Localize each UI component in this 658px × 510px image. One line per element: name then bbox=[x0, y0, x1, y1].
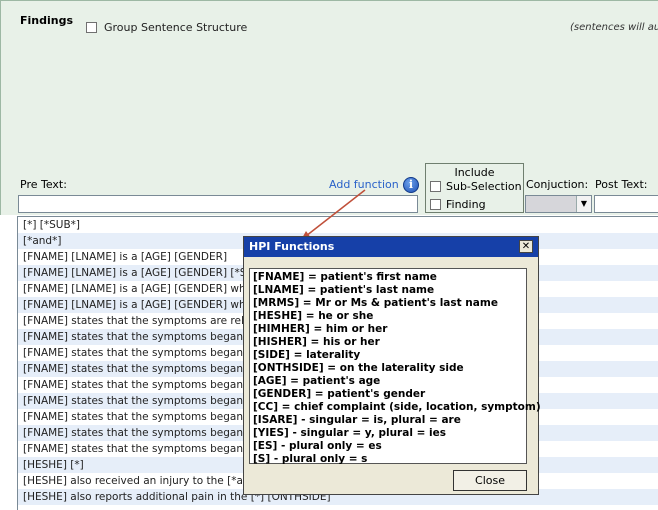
dialog-titlebar: HPI Functions ✕ bbox=[244, 237, 538, 257]
posttext-input[interactable] bbox=[594, 195, 658, 213]
posttext-label: Post Text: bbox=[595, 178, 648, 191]
info-icon[interactable]: i bbox=[403, 177, 419, 193]
conjunction-select[interactable]: ▼ bbox=[525, 195, 592, 213]
findings-label: Findings bbox=[20, 14, 74, 27]
function-item: [YIES] - singular = y, plural = ies bbox=[253, 427, 447, 439]
include-title: Include bbox=[454, 166, 495, 179]
chevron-down-icon[interactable]: ▼ bbox=[576, 196, 591, 212]
function-item: [GENDER] = patient's gender bbox=[253, 388, 426, 400]
hpi-functions-dialog: HPI Functions ✕ [FNAME] = patient's firs… bbox=[243, 236, 541, 495]
function-item: [S] - plural only = s bbox=[253, 453, 368, 465]
finding-label: Finding bbox=[446, 198, 486, 211]
group-sentence-option[interactable]: Group Sentence Structure bbox=[86, 21, 247, 34]
sub-selection-label: Sub-Selection bbox=[446, 180, 522, 193]
group-sentence-checkbox[interactable] bbox=[86, 22, 97, 33]
group-sentence-label: Group Sentence Structure bbox=[104, 21, 248, 34]
function-item: [ONTHSIDE] = on the laterality side bbox=[253, 362, 464, 374]
findings-panel: Findings Group Sentence Structure (sente… bbox=[0, 0, 658, 215]
auto-note: (sentences will auto bbox=[570, 22, 658, 33]
add-function-link[interactable]: Add function bbox=[329, 178, 399, 191]
function-item: [AGE] = patient's age bbox=[253, 375, 381, 387]
function-item: [LNAME] = patient's last name bbox=[253, 284, 435, 296]
finding-checkbox[interactable] bbox=[430, 199, 441, 210]
function-item: [ISARE] - singular = is, plural = are bbox=[253, 414, 461, 426]
finding-option[interactable]: Finding bbox=[430, 198, 486, 211]
close-button[interactable]: Close bbox=[453, 470, 527, 491]
functions-list: [FNAME] = patient's first name [LNAME] = … bbox=[249, 268, 541, 465]
pretext-label: Pre Text: bbox=[20, 178, 67, 191]
sub-selection-checkbox[interactable] bbox=[430, 181, 441, 192]
pretext-input[interactable] bbox=[18, 195, 418, 213]
function-item: [HIMHER] = him or her bbox=[253, 323, 388, 335]
include-group: Include Sub-Selection Finding bbox=[425, 163, 524, 213]
sentence-item[interactable]: [*] [*SUB*] bbox=[18, 217, 658, 233]
conjunction-label: Conjuction: bbox=[526, 178, 589, 191]
function-item: [MRMS] = Mr or Ms & patient's last name bbox=[253, 297, 498, 309]
function-item: [FNAME] = patient's first name bbox=[253, 271, 437, 283]
close-icon[interactable]: ✕ bbox=[519, 240, 533, 253]
function-item: [HESHE] = he or she bbox=[253, 310, 374, 322]
function-item: [HISHER] = his or her bbox=[253, 336, 380, 348]
dialog-title: HPI Functions bbox=[249, 240, 335, 253]
function-item: [SIDE] = laterality bbox=[253, 349, 361, 361]
function-item: [ES] - plural only = es bbox=[253, 440, 382, 452]
sub-selection-option[interactable]: Sub-Selection bbox=[430, 180, 522, 193]
function-item: [CC] = chief complaint (side, location, … bbox=[253, 401, 541, 413]
